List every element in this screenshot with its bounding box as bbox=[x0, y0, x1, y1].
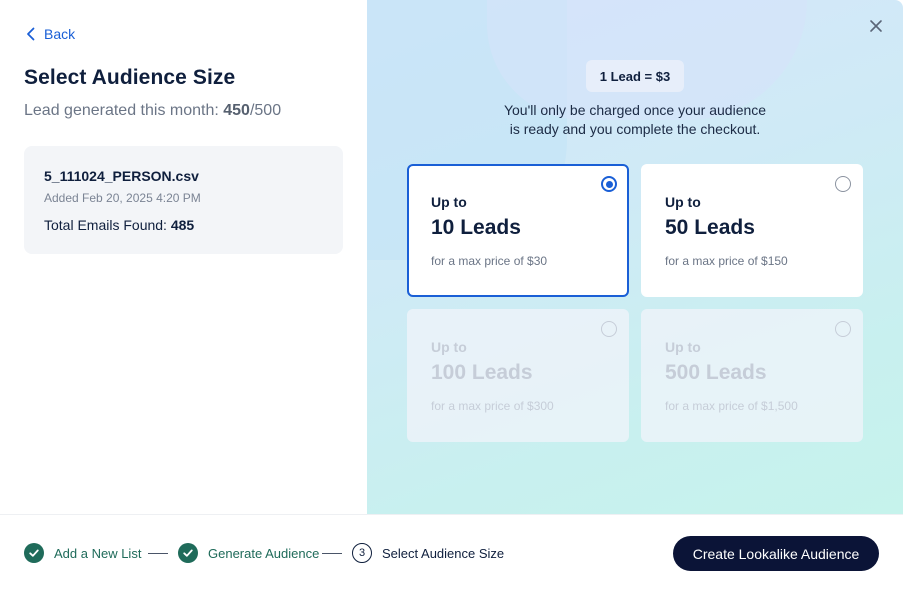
radio-unselected[interactable] bbox=[835, 176, 851, 192]
step-add-new-list[interactable]: Add a New List bbox=[24, 543, 141, 563]
lead-usage-total: /500 bbox=[249, 102, 282, 119]
file-emails-found: Total Emails Found: 485 bbox=[44, 217, 323, 233]
option-max-price: for a max price of $30 bbox=[431, 254, 548, 268]
check-icon bbox=[29, 549, 39, 557]
option-card-10-leads[interactable]: Up to 10 Leads for a max price of $30 bbox=[407, 164, 629, 297]
step-connector bbox=[322, 553, 342, 554]
right-pane: 1 Lead = $3 You'll only be charged once … bbox=[367, 0, 903, 514]
option-upto: Up to bbox=[431, 194, 467, 210]
charge-note-line-2: is ready and you complete the checkout. bbox=[509, 121, 761, 137]
option-leads: 500 Leads bbox=[665, 361, 767, 384]
page-title: Select Audience Size bbox=[24, 66, 236, 89]
radio-selected[interactable] bbox=[601, 176, 617, 192]
wizard-footer: Add a New List Generate Audience 3 Selec… bbox=[0, 514, 903, 590]
lead-usage-prefix: Lead generated this month: bbox=[24, 102, 224, 119]
select-audience-size-modal: Back Select Audience Size Lead generated… bbox=[0, 0, 903, 590]
option-max-price: for a max price of $150 bbox=[665, 254, 788, 268]
radio-disabled bbox=[835, 321, 851, 337]
file-emails-count: 485 bbox=[170, 217, 195, 233]
step-label: Add a New List bbox=[54, 545, 142, 561]
file-added-date: Added Feb 20, 2025 4:20 PM bbox=[44, 191, 201, 205]
file-name: 5_111024_PERSON.csv bbox=[44, 168, 199, 184]
lead-usage-used: 450 bbox=[223, 102, 250, 119]
option-card-50-leads[interactable]: Up to 50 Leads for a max price of $150 bbox=[641, 164, 863, 297]
check-icon bbox=[183, 549, 193, 557]
lead-usage-text: Lead generated this month: 450/500 bbox=[24, 102, 281, 120]
step-connector bbox=[148, 553, 168, 554]
back-button[interactable]: Back bbox=[24, 26, 75, 42]
radio-disabled bbox=[601, 321, 617, 337]
price-badge: 1 Lead = $3 bbox=[586, 60, 684, 92]
left-pane: Back Select Audience Size Lead generated… bbox=[0, 0, 367, 514]
option-card-100-leads: Up to 100 Leads for a max price of $300 bbox=[407, 309, 629, 442]
option-upto: Up to bbox=[431, 339, 467, 355]
file-emails-label: Total Emails Found: bbox=[44, 217, 171, 233]
step-label: Select Audience Size bbox=[382, 545, 505, 561]
back-label: Back bbox=[44, 26, 76, 42]
create-lookalike-audience-button[interactable]: Create Lookalike Audience bbox=[673, 536, 879, 571]
close-icon[interactable] bbox=[869, 19, 883, 33]
option-card-500-leads: Up to 500 Leads for a max price of $1,50… bbox=[641, 309, 863, 442]
charge-note: You'll only be charged once your audienc… bbox=[367, 101, 903, 139]
step-select-audience-size: 3 Select Audience Size bbox=[352, 543, 504, 563]
step-number-badge: 3 bbox=[352, 543, 372, 563]
option-leads: 100 Leads bbox=[431, 361, 533, 384]
file-card: 5_111024_PERSON.csv Added Feb 20, 2025 4… bbox=[24, 146, 343, 254]
option-upto: Up to bbox=[665, 194, 701, 210]
option-max-price: for a max price of $300 bbox=[431, 399, 554, 413]
option-max-price: for a max price of $1,500 bbox=[665, 399, 798, 413]
chevron-left-icon bbox=[27, 27, 35, 41]
step-done-badge bbox=[178, 543, 198, 563]
option-leads: 50 Leads bbox=[665, 216, 755, 239]
option-leads: 10 Leads bbox=[431, 216, 521, 239]
step-generate-audience[interactable]: Generate Audience bbox=[178, 543, 319, 563]
charge-note-line-1: You'll only be charged once your audienc… bbox=[503, 102, 767, 118]
option-upto: Up to bbox=[665, 339, 701, 355]
step-done-badge bbox=[24, 543, 44, 563]
step-label: Generate Audience bbox=[208, 545, 320, 561]
